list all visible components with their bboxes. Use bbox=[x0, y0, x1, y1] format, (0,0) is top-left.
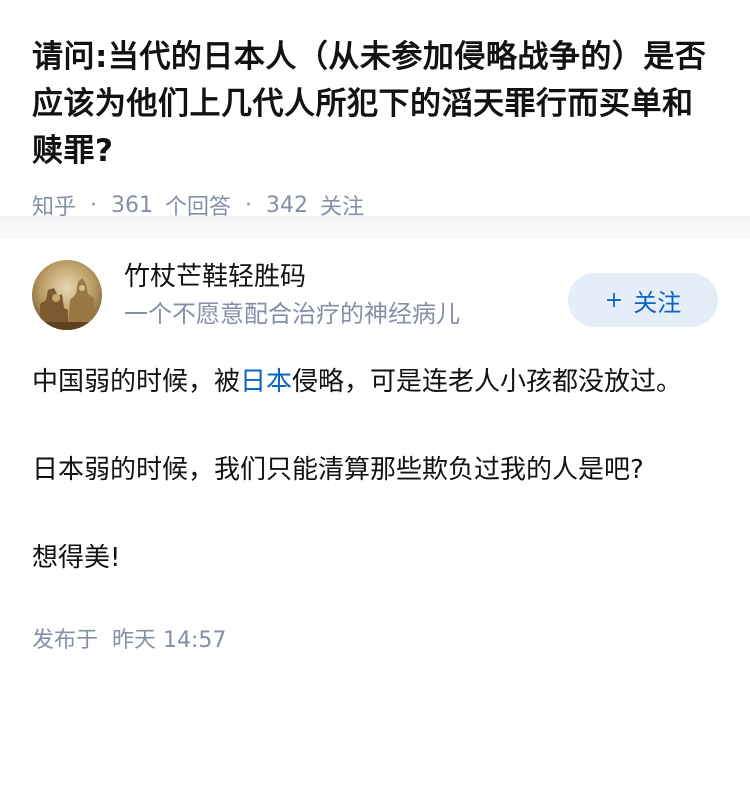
answer-paragraph: 日本弱的时候，我们只能清算那些欺负过我的人是吧? bbox=[32, 455, 644, 485]
follow-label: 关注 bbox=[633, 288, 682, 317]
question-title[interactable]: 请问:当代的日本人（从未参加侵略战争的）是否应该为他们上几代人所犯下的滔天罪行而… bbox=[32, 34, 718, 175]
author-row: 竹杖芒鞋轻胜码 一个不愿意配合治疗的神经病儿 + 关注 bbox=[32, 250, 718, 340]
answer-content: 中国弱的时候，被日本侵略，可是连老人小孩都没放过。 日本弱的时候，我们只能清算那… bbox=[32, 360, 718, 580]
question-header: 请问:当代的日本人（从未参加侵略战争的）是否应该为他们上几代人所犯下的滔天罪行而… bbox=[0, 0, 750, 220]
plus-icon: + bbox=[604, 287, 624, 313]
answer-paragraph: 想得美! bbox=[32, 543, 121, 573]
answers-label: 个回答 bbox=[165, 195, 232, 220]
followers-label: 关注 bbox=[320, 195, 365, 220]
answer-paragraph: 中国弱的时候，被日本侵略，可是连老人小孩都没放过。 bbox=[32, 360, 718, 404]
publish-info: 发布于 昨天 14:57 bbox=[32, 622, 718, 654]
author-headline: 一个不愿意配合治疗的神经病儿 bbox=[124, 300, 460, 328]
answer-text: 侵略，可是连老人小孩都没放过。 bbox=[292, 367, 683, 397]
author-info: 竹杖芒鞋轻胜码 一个不愿意配合治疗的神经病儿 bbox=[124, 259, 568, 331]
publish-label: 发布于 bbox=[32, 628, 99, 653]
follow-button[interactable]: + 关注 bbox=[568, 273, 718, 327]
meta-separator: · bbox=[90, 192, 98, 218]
avatar-image-icon bbox=[32, 260, 102, 330]
followers-count: 342 bbox=[266, 192, 309, 218]
author-name[interactable]: 竹杖芒鞋轻胜码 bbox=[124, 259, 568, 295]
meta-separator: · bbox=[245, 192, 253, 218]
answers-count: 361 bbox=[111, 192, 154, 218]
keyword-link[interactable]: 日本 bbox=[240, 367, 292, 397]
answer-text: 中国弱的时候，被 bbox=[32, 367, 241, 397]
source-label[interactable]: 知乎 bbox=[32, 189, 76, 221]
avatar[interactable] bbox=[32, 260, 102, 330]
answer-card: 竹杖芒鞋轻胜码 一个不愿意配合治疗的神经病儿 + 关注 中国弱的时候，被日本侵略… bbox=[0, 250, 750, 654]
section-divider bbox=[0, 216, 750, 238]
publish-time: 昨天 14:57 bbox=[112, 628, 227, 653]
